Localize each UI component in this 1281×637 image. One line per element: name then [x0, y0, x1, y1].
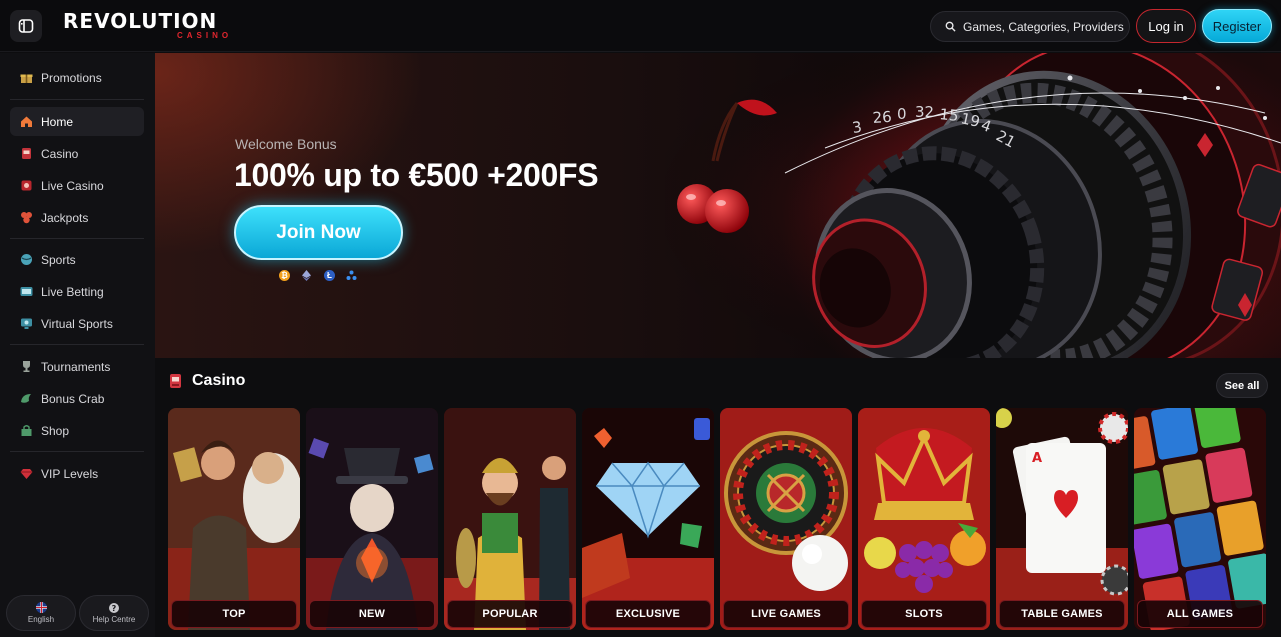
bonus-label: Welcome Bonus	[235, 136, 337, 152]
sidebar-item-live-casino[interactable]: Live Casino	[10, 171, 144, 200]
sports-ball-icon	[20, 253, 33, 266]
category-card-new[interactable]: NEW	[306, 408, 438, 630]
sidebar-item-casino[interactable]: Casino	[10, 139, 144, 168]
top-games-artwork	[168, 408, 300, 630]
sidebar-item-label: VIP Levels	[41, 466, 99, 481]
help-label: Help Centre	[92, 614, 136, 624]
sidebar: Promotions Home Casino Live Casino Jackp…	[0, 53, 155, 637]
live-games-artwork	[720, 408, 852, 630]
bitcoin-icon: ₿	[279, 270, 290, 281]
diamond-icon	[20, 467, 33, 480]
sidebar-item-jackpots[interactable]: Jackpots	[10, 203, 144, 232]
category-label: EXCLUSIVE	[585, 600, 711, 628]
category-card-table-games[interactable]: A TABLE GAMES	[996, 408, 1128, 630]
language-label: English	[27, 615, 55, 624]
table-games-artwork: A	[996, 408, 1128, 630]
new-games-artwork	[306, 408, 438, 630]
slots-artwork	[858, 408, 990, 630]
sidebar-item-label: Promotions	[41, 70, 102, 85]
category-card-top[interactable]: TOP	[168, 408, 300, 630]
category-label: SLOTS	[861, 600, 987, 628]
live-betting-icon	[20, 285, 33, 298]
sidebar-item-promotions[interactable]: Promotions	[10, 63, 144, 92]
category-label: ALL GAMES	[1137, 600, 1263, 628]
category-card-slots[interactable]: SLOTS	[858, 408, 990, 630]
language-button[interactable]: English	[6, 595, 76, 631]
sidebar-item-label: Live Casino	[41, 178, 104, 193]
slot-machine-icon	[20, 147, 33, 160]
sidebar-item-label: Casino	[41, 146, 79, 161]
category-card-popular[interactable]: POPULAR	[444, 408, 576, 630]
search-placeholder: Games, Categories, Providers	[963, 19, 1124, 34]
svg-text:0: 0	[897, 105, 907, 123]
sidebar-toggle-icon	[18, 19, 34, 33]
sidebar-item-label: Jackpots	[41, 210, 89, 225]
casino-section-title: Casino	[192, 372, 246, 389]
sidebar-item-label: Tournaments	[41, 359, 111, 374]
logo[interactable]: REVOLUTION CASINO	[63, 9, 228, 42]
sidebar-item-label: Virtual Sports	[41, 316, 113, 331]
slot-machine-icon	[170, 374, 181, 388]
sidebar-item-label: Bonus Crab	[41, 391, 105, 406]
sidebar-divider	[10, 344, 144, 345]
virtual-sports-icon	[20, 317, 33, 330]
sidebar-divider	[10, 451, 144, 452]
litecoin-icon: Ł	[324, 270, 335, 281]
sidebar-item-sports[interactable]: Sports	[10, 245, 144, 274]
sidebar-toggle-button[interactable]	[10, 10, 42, 42]
roulette-wheel-illustration: 3 26 0 32 15 19 4 21	[665, 53, 1281, 358]
join-now-button[interactable]: Join Now	[234, 205, 403, 260]
sidebar-item-label: Home	[41, 114, 74, 129]
svg-text:?: ?	[112, 603, 117, 612]
logo-subtext: CASINO	[177, 31, 233, 40]
help-centre-button[interactable]: ? Help Centre	[79, 595, 149, 631]
category-label: TOP	[171, 600, 297, 628]
sidebar-divider	[10, 99, 144, 100]
sidebar-item-shop[interactable]: Shop	[10, 416, 144, 445]
crab-icon	[20, 392, 33, 405]
bonus-title: 100% up to €500 +200FS	[234, 157, 599, 193]
popular-games-artwork	[444, 408, 576, 630]
sidebar-item-virtual-sports[interactable]: Virtual Sports	[10, 309, 144, 338]
home-icon	[20, 115, 33, 128]
category-label: TABLE GAMES	[999, 600, 1125, 628]
svg-text:26: 26	[872, 108, 892, 127]
sidebar-item-home[interactable]: Home	[10, 107, 144, 136]
sidebar-item-label: Shop	[41, 423, 70, 438]
sidebar-item-label: Sports	[41, 252, 76, 267]
casino-section-header: Casino	[168, 372, 245, 390]
logo-text: REVOLUTION	[63, 9, 218, 33]
live-casino-icon	[20, 179, 33, 192]
sidebar-divider	[10, 238, 144, 239]
shop-icon	[20, 424, 33, 437]
top-bar: REVOLUTION CASINO Games, Categories, Pro…	[0, 0, 1281, 52]
ethereum-icon	[301, 270, 312, 281]
register-button[interactable]: Register	[1202, 9, 1272, 43]
svg-text:A: A	[1032, 451, 1042, 466]
sidebar-item-vip-levels[interactable]: VIP Levels	[10, 459, 144, 488]
category-card-all-games[interactable]: ALL GAMES	[1134, 408, 1266, 630]
category-card-exclusive[interactable]: EXCLUSIVE	[582, 408, 714, 630]
ripple-icon	[346, 270, 357, 281]
gift-icon	[20, 71, 33, 84]
sidebar-item-label: Live Betting	[41, 284, 104, 299]
see-all-button[interactable]: See all	[1216, 373, 1268, 398]
sidebar-item-tournaments[interactable]: Tournaments	[10, 352, 144, 381]
search-icon	[945, 21, 956, 32]
login-button[interactable]: Log in	[1136, 9, 1196, 43]
category-label: NEW	[309, 600, 435, 628]
category-label: LIVE GAMES	[723, 600, 849, 628]
all-games-artwork	[1134, 408, 1266, 630]
help-icon: ?	[109, 602, 119, 613]
uk-flag-icon	[35, 602, 47, 613]
exclusive-games-artwork	[582, 408, 714, 630]
search-bar[interactable]: Games, Categories, Providers	[930, 11, 1130, 42]
sidebar-item-live-betting[interactable]: Live Betting	[10, 277, 144, 306]
category-label: POPULAR	[447, 600, 573, 628]
trophy-icon	[20, 360, 33, 373]
category-card-live-games[interactable]: LIVE GAMES	[720, 408, 852, 630]
sidebar-item-bonus-crab[interactable]: Bonus Crab	[10, 384, 144, 413]
jackpot-icon	[20, 211, 33, 224]
welcome-bonus-banner[interactable]: Welcome Bonus 100% up to €500 +200FS Joi…	[155, 53, 1281, 358]
